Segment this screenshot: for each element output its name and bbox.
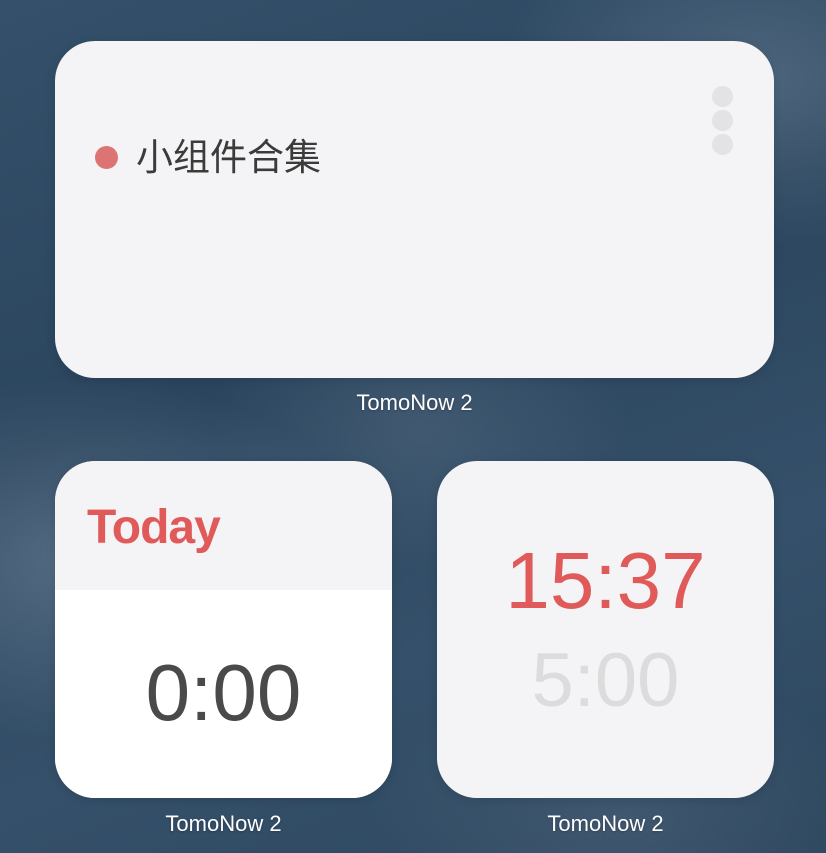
collection-header: 小组件合集 bbox=[95, 139, 321, 176]
today-widget-label: TomoNow 2 bbox=[165, 811, 282, 836]
clock-widget-label: TomoNow 2 bbox=[547, 811, 664, 836]
today-widget[interactable]: Today 0:00 bbox=[55, 461, 392, 798]
collection-title: 小组件合集 bbox=[136, 136, 321, 179]
secondary-time: 5:00 bbox=[531, 638, 680, 723]
collection-widget[interactable]: 小组件合集 bbox=[55, 41, 774, 378]
clock-widget[interactable]: 15:37 5:00 bbox=[437, 461, 774, 798]
today-title: Today bbox=[87, 501, 221, 554]
menu-dot bbox=[712, 134, 733, 155]
menu-dot bbox=[712, 86, 733, 107]
menu-dot bbox=[712, 110, 733, 131]
collection-widget-label: TomoNow 2 bbox=[356, 390, 473, 415]
today-time: 0:00 bbox=[145, 648, 302, 737]
three-dots-vertical-icon[interactable] bbox=[712, 86, 733, 158]
status-dot-icon bbox=[95, 146, 118, 169]
current-time: 15:37 bbox=[505, 536, 706, 625]
